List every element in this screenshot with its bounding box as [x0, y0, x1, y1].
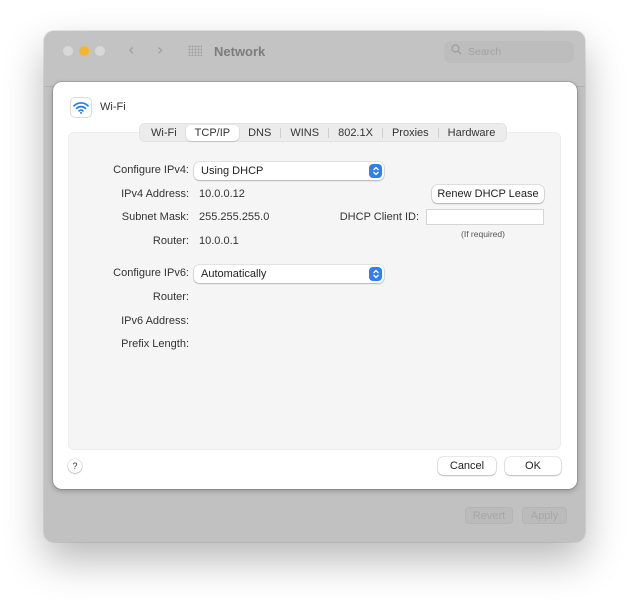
- tab-bar: Wi-Fi TCP/IP DNS WINS 802.1X Proxies Har…: [139, 123, 508, 142]
- wifi-advanced-sheet: Wi-Fi Wi-Fi TCP/IP DNS WINS 802.1X Proxi…: [53, 82, 577, 489]
- ipv4-router-label: Router:: [152, 235, 189, 247]
- dhcp-client-id-field[interactable]: [426, 209, 544, 225]
- wifi-icon: [70, 97, 92, 118]
- back-chevron-icon[interactable]: ‹: [128, 40, 134, 59]
- cancel-button[interactable]: Cancel: [438, 457, 496, 475]
- ipv4-router-value: 10.0.0.1: [199, 235, 239, 247]
- apply-button[interactable]: Apply: [522, 507, 567, 524]
- window-titlebar: ‹ › Network Search: [44, 31, 585, 87]
- tab-proxies[interactable]: Proxies: [383, 125, 438, 141]
- minimize-window-button[interactable]: [79, 46, 89, 56]
- prefix-length-label: Prefix Length:: [121, 338, 189, 350]
- configure-ipv4-popup[interactable]: Using DHCP: [194, 162, 384, 180]
- ok-button[interactable]: OK: [505, 457, 561, 475]
- zoom-window-button[interactable]: [95, 46, 105, 56]
- renew-dhcp-lease-button[interactable]: Renew DHCP Lease: [432, 185, 544, 203]
- tab-8021x[interactable]: 802.1X: [329, 125, 382, 141]
- tab-tcpip[interactable]: TCP/IP: [185, 124, 240, 141]
- tab-dns[interactable]: DNS: [239, 125, 280, 141]
- ipv6-router-label: Router:: [152, 291, 189, 303]
- configure-ipv6-value: Automatically: [201, 268, 267, 280]
- tab-wins[interactable]: WINS: [281, 125, 328, 141]
- dhcp-client-id-label: DHCP Client ID:: [339, 211, 419, 223]
- show-all-grid-icon[interactable]: [188, 45, 202, 56]
- service-name: Wi-Fi: [100, 101, 126, 113]
- ipv6-address-label: IPv6 Address:: [121, 315, 189, 327]
- ipv4-address-value: 10.0.0.12: [199, 188, 245, 200]
- ipv4-address-label: IPv4 Address:: [121, 188, 189, 200]
- configure-ipv4-value: Using DHCP: [201, 165, 264, 177]
- popup-stepper-icon: [369, 164, 382, 178]
- search-input[interactable]: Search: [444, 41, 574, 63]
- tab-wifi[interactable]: Wi-Fi: [142, 125, 186, 141]
- window-title: Network: [214, 44, 266, 59]
- help-button[interactable]: ?: [68, 459, 82, 473]
- configure-ipv4-label: Configure IPv4:: [113, 164, 189, 176]
- revert-button[interactable]: Revert: [465, 507, 513, 524]
- tab-hardware[interactable]: Hardware: [439, 125, 505, 141]
- dhcp-client-id-hint: (If required): [461, 229, 505, 239]
- forward-chevron-icon[interactable]: ›: [157, 40, 163, 59]
- search-placeholder: Search: [468, 46, 502, 58]
- configure-ipv6-popup[interactable]: Automatically: [194, 265, 384, 283]
- search-icon: [451, 44, 462, 58]
- configure-ipv6-label: Configure IPv6:: [113, 267, 189, 279]
- subnet-mask-value: 255.255.255.0: [199, 211, 270, 223]
- popup-stepper-icon: [369, 267, 382, 281]
- subnet-mask-label: Subnet Mask:: [121, 211, 189, 223]
- close-window-button[interactable]: [63, 46, 73, 56]
